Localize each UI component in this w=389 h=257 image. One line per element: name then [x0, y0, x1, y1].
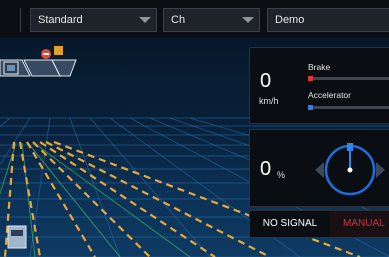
toolbar-divider: [20, 8, 21, 32]
speed-value: 0: [260, 70, 272, 92]
accelerator-bar: [308, 105, 389, 110]
top-toolbar: Standard Ch Demo: [0, 0, 389, 38]
signal-status: NO SIGNAL: [262, 218, 318, 229]
accelerator-level-indicator: [308, 105, 313, 110]
scenario-select[interactable]: Demo: [267, 8, 389, 32]
dropdown-arrow-icon[interactable]: [237, 9, 259, 31]
status-bar: NO SIGNAL MANUAL: [249, 210, 389, 238]
brake-bar: [308, 76, 389, 81]
drive-mode-status[interactable]: MANUAL: [330, 211, 389, 237]
mode-select[interactable]: Standard: [30, 8, 157, 32]
left-arrow-icon: [315, 162, 324, 178]
steering-unit: %: [277, 170, 286, 180]
accelerator-label: Accelerator: [308, 90, 351, 100]
steering-panel: 0 %: [249, 129, 389, 207]
hud-overlay: [0, 46, 77, 77]
dropdown-arrow-icon[interactable]: [134, 9, 156, 31]
brake-label: Brake: [308, 62, 331, 72]
vehicle-select[interactable]: Ch: [163, 8, 260, 32]
vehicle-select-value: Ch: [171, 14, 186, 26]
speed-panel: 0 km/h Brake Accelerator: [249, 47, 389, 124]
scenario-select-value: Demo: [275, 14, 305, 26]
reference-lines: [0, 142, 191, 257]
steering-wheel-gauge: [315, 143, 385, 196]
steering-value: 0: [260, 158, 272, 180]
brake-level-indicator: [308, 76, 313, 81]
right-arrow-icon: [376, 162, 385, 178]
app-root: Standard Ch Demo 0 km/h Brake Accelerato…: [0, 0, 389, 257]
speed-unit: km/h: [259, 96, 279, 106]
vehicle-icon: [7, 225, 27, 249]
mode-select-value: Standard: [38, 14, 83, 26]
traffic-cone-icon: [54, 46, 63, 55]
